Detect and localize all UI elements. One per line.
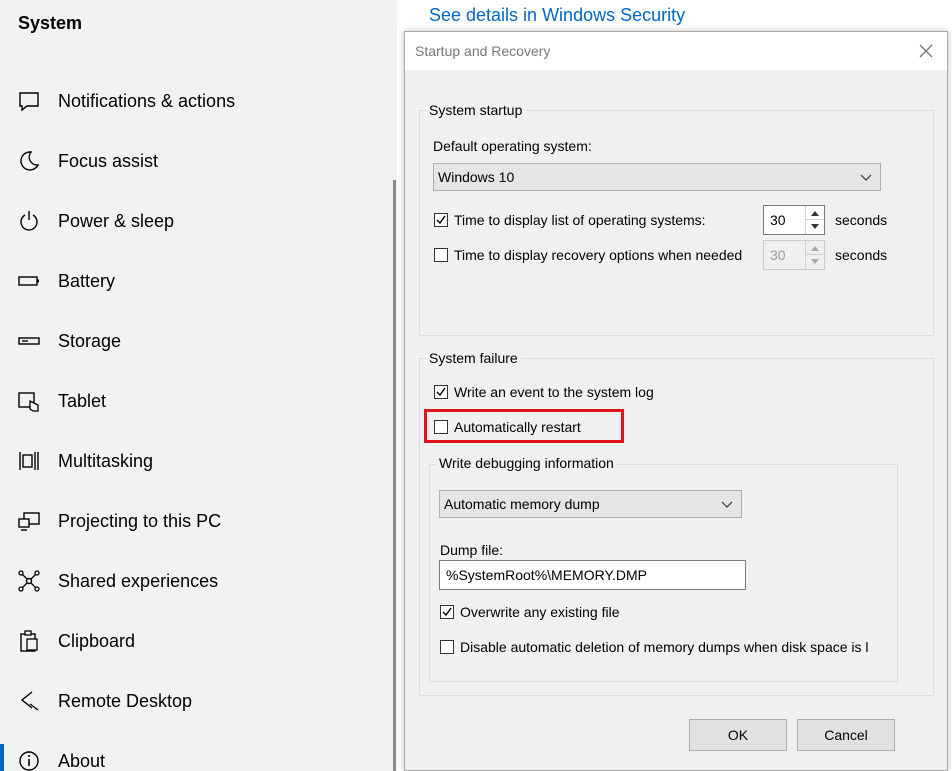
projecting-icon xyxy=(18,510,40,532)
sidebar-item-label: Notifications & actions xyxy=(58,90,236,111)
power-icon xyxy=(18,210,40,232)
spinner-up-button[interactable] xyxy=(806,241,824,255)
sidebar-item-focus-assist[interactable]: Focus assist xyxy=(0,131,397,191)
sidebar-item-tablet[interactable]: Tablet xyxy=(0,371,397,431)
system-startup-title: System startup xyxy=(426,102,526,118)
spinner-arrows xyxy=(805,241,824,269)
display-list-label: Time to display list of operating system… xyxy=(454,212,706,228)
dialog-titlebar[interactable]: Startup and Recovery xyxy=(405,32,947,70)
sidebar-item-label: Shared experiences xyxy=(58,570,219,591)
default-os-select[interactable]: Windows 10 xyxy=(433,163,881,191)
dump-file-label: Dump file: xyxy=(440,542,504,558)
storage-icon xyxy=(18,330,40,352)
display-list-spinner[interactable]: 30 xyxy=(763,205,825,235)
default-os-label: Default operating system: xyxy=(433,138,592,154)
display-recovery-value: 30 xyxy=(770,247,786,263)
display-recovery-unit: seconds xyxy=(835,247,887,263)
remote-desktop-icon xyxy=(18,690,40,712)
checkmark-icon xyxy=(436,215,446,225)
sidebar-item-label: Battery xyxy=(58,270,116,291)
display-list-value: 30 xyxy=(770,212,786,228)
display-list-checkbox[interactable] xyxy=(434,213,448,227)
sidebar-item-label: Power & sleep xyxy=(58,210,175,231)
dump-type-value: Automatic memory dump xyxy=(444,496,600,512)
write-event-checkbox[interactable] xyxy=(434,385,448,399)
sidebar-item-multitasking[interactable]: Multitasking xyxy=(0,431,397,491)
sidebar-item-label: Remote Desktop xyxy=(58,690,193,711)
sidebar-item-shared-experiences[interactable]: Shared experiences xyxy=(0,551,397,611)
write-event-label: Write an event to the system log xyxy=(454,384,654,400)
spinner-down-button[interactable] xyxy=(806,220,824,234)
chevron-down-icon xyxy=(721,501,733,508)
display-recovery-spinner[interactable]: 30 xyxy=(763,240,825,270)
sidebar-item-projecting[interactable]: Projecting to this PC xyxy=(0,491,397,551)
cancel-button[interactable]: Cancel xyxy=(797,719,895,751)
sidebar-item-battery[interactable]: Battery xyxy=(0,251,397,311)
battery-icon xyxy=(18,270,40,292)
sidebar-title: System xyxy=(18,13,83,33)
sidebar-item-notifications[interactable]: Notifications & actions xyxy=(0,71,397,131)
chevron-down-icon xyxy=(860,174,872,181)
sidebar-item-label: Multitasking xyxy=(58,450,154,471)
sidebar-item-remote-desktop[interactable]: Remote Desktop xyxy=(0,671,397,731)
display-recovery-checkbox[interactable] xyxy=(434,248,448,262)
shared-experiences-icon xyxy=(18,570,40,592)
highlight-box xyxy=(424,409,624,443)
sidebar-item-label: Clipboard xyxy=(58,630,136,651)
spinner-up-button[interactable] xyxy=(806,206,824,220)
triangle-down-icon xyxy=(811,259,819,264)
sidebar-item-label: Projecting to this PC xyxy=(58,510,222,531)
close-button[interactable] xyxy=(911,36,941,66)
triangle-down-icon xyxy=(811,224,819,229)
selected-indicator xyxy=(0,744,4,771)
notifications-icon xyxy=(18,90,40,112)
sidebar-scrollbar[interactable] xyxy=(393,180,396,771)
startup-recovery-dialog: Startup and Recovery System startup Defa… xyxy=(404,31,948,771)
dump-file-input[interactable]: %SystemRoot%\MEMORY.DMP xyxy=(439,560,746,590)
see-details-link[interactable]: See details in Windows Security xyxy=(429,5,685,26)
sidebar-item-storage[interactable]: Storage xyxy=(0,311,397,371)
triangle-up-icon xyxy=(811,245,819,251)
moon-icon xyxy=(18,150,40,172)
disable-auto-delete-checkbox[interactable] xyxy=(440,640,454,654)
sidebar-item-label: About xyxy=(58,750,106,771)
triangle-up-icon xyxy=(811,210,819,216)
checkmark-icon xyxy=(442,607,452,617)
sidebar-item-power-sleep[interactable]: Power & sleep xyxy=(0,191,397,251)
sidebar-item-label: Storage xyxy=(58,330,122,351)
spinner-down-button[interactable] xyxy=(806,255,824,269)
display-list-unit: seconds xyxy=(835,212,887,228)
display-recovery-label: Time to display recovery options when ne… xyxy=(454,247,743,263)
multitasking-icon xyxy=(18,450,40,472)
sidebar-item-clipboard[interactable]: Clipboard xyxy=(0,611,397,671)
spinner-arrows xyxy=(805,206,824,234)
checkmark-icon xyxy=(436,387,446,397)
dump-type-select[interactable]: Automatic memory dump xyxy=(439,490,742,518)
debug-info-title: Write debugging information xyxy=(436,455,617,471)
ok-button[interactable]: OK xyxy=(689,719,787,751)
tablet-icon xyxy=(18,390,40,412)
disable-auto-delete-label: Disable automatic deletion of memory dum… xyxy=(460,639,869,655)
system-failure-title: System failure xyxy=(426,350,521,366)
clipboard-icon xyxy=(18,630,40,652)
sidebar-item-label: Tablet xyxy=(58,390,107,411)
settings-sidebar: System Notifications & actions Focus ass… xyxy=(0,0,397,771)
sidebar-item-label: Focus assist xyxy=(58,150,159,171)
default-os-value: Windows 10 xyxy=(438,169,515,185)
dialog-title: Startup and Recovery xyxy=(415,43,551,59)
close-icon xyxy=(919,44,933,58)
sidebar-item-about[interactable]: About xyxy=(0,731,397,771)
overwrite-label: Overwrite any existing file xyxy=(460,604,620,620)
overwrite-checkbox[interactable] xyxy=(440,605,454,619)
info-icon xyxy=(18,750,40,771)
